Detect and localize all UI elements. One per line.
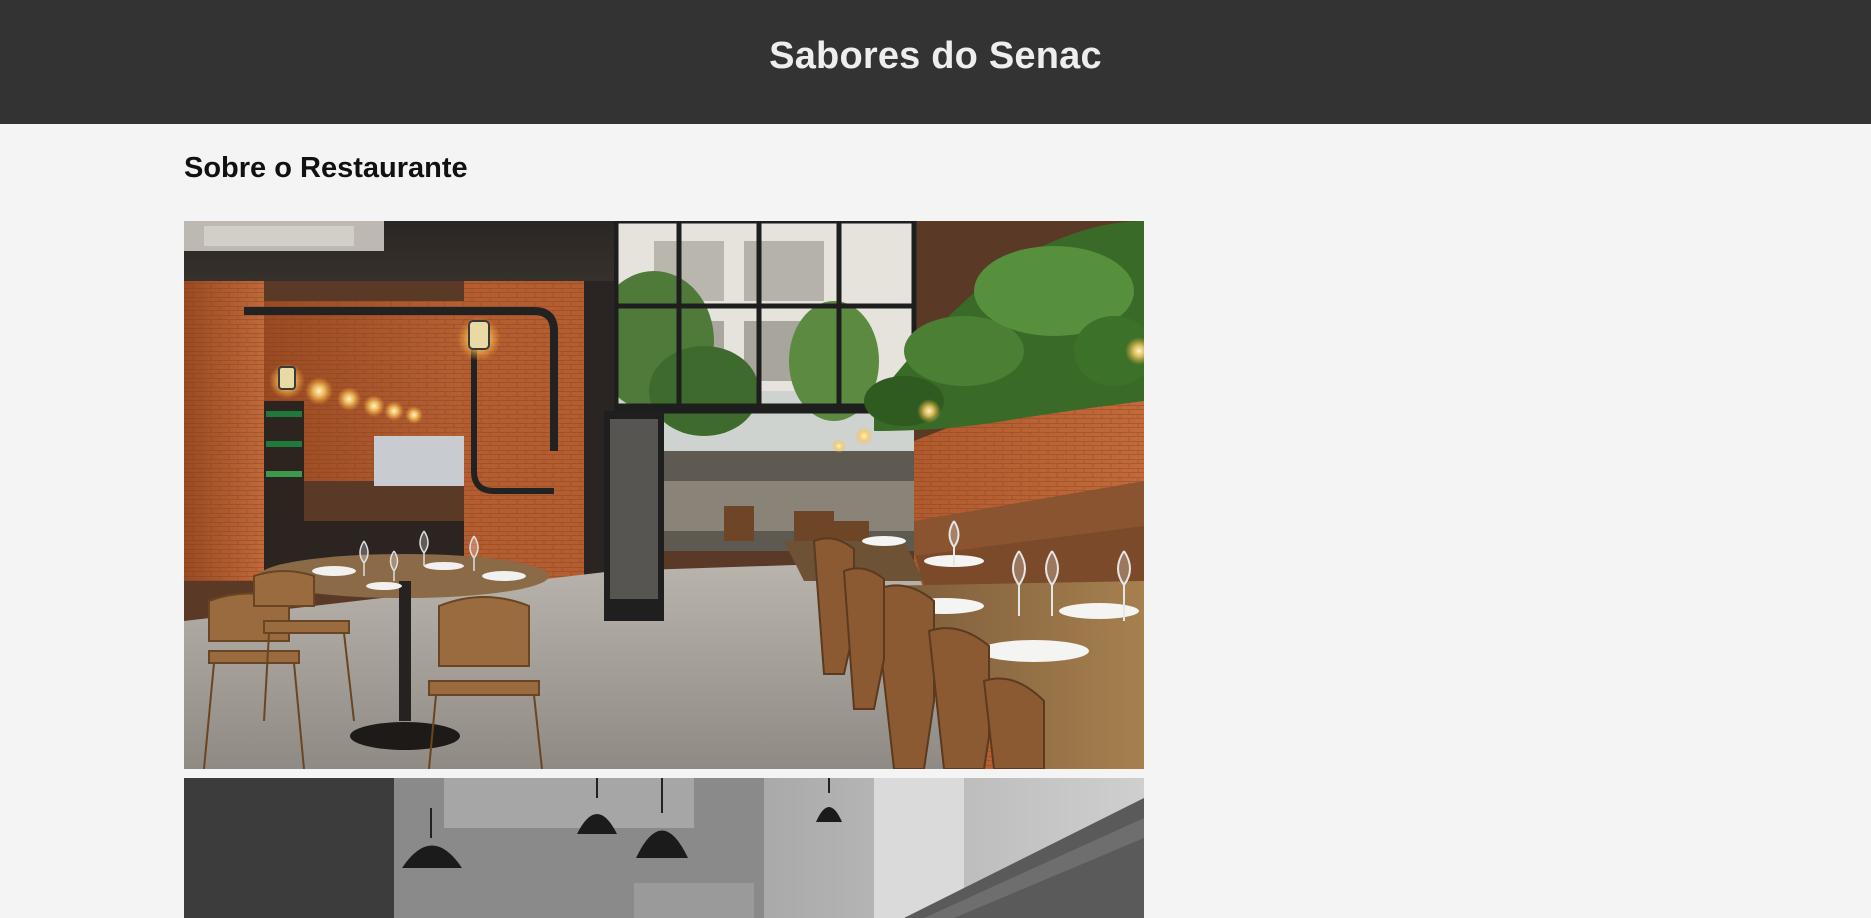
about-heading: Sobre o Restaurante [184, 152, 468, 184]
restaurant-interior-image [184, 221, 1144, 769]
restaurant-interior-photo [184, 221, 1144, 769]
restaurant-lamps-image [184, 778, 1144, 918]
site-title: Sabores do Senac [769, 34, 1102, 77]
restaurant-lamps-photo [184, 778, 1144, 918]
site-header: Sabores do Senac [0, 0, 1871, 124]
